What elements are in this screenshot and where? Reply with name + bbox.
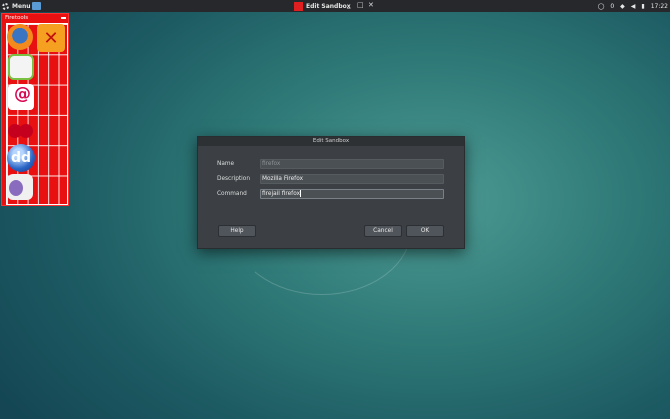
ok-button[interactable]: OK — [406, 225, 444, 237]
command-value: firejail firefox — [262, 191, 301, 197]
help-button[interactable]: Help — [218, 225, 256, 237]
clock[interactable]: 17:22 — [651, 3, 668, 10]
debian-icon[interactable] — [8, 84, 34, 110]
menu-button[interactable]: Menu — [2, 1, 31, 11]
gear-icon — [2, 2, 9, 10]
command-label: Command — [217, 191, 247, 197]
text-caret — [300, 190, 302, 197]
minimize-icon[interactable] — [61, 17, 66, 19]
file-manager-icon[interactable] — [32, 2, 41, 10]
notification-count: 0 — [610, 2, 615, 10]
pidgin-icon[interactable] — [7, 174, 33, 200]
taskbar-item-edit-sandbox[interactable]: Edit Sandbox — [294, 1, 351, 11]
top-panel: Menu Edit Sandbox _ □ ✕ ◯ 0 ◆ ◀ ▮ 17:22 — [0, 0, 670, 12]
cherrytree-icon[interactable] — [7, 112, 33, 138]
description-field[interactable]: Mozilla Firefox — [260, 174, 444, 184]
battery-icon[interactable]: ▮ — [641, 3, 644, 10]
cancel-button[interactable]: Cancel — [364, 225, 402, 237]
system-tray: ◯ 0 ◆ ◀ ▮ 17:22 — [598, 1, 668, 11]
name-field[interactable]: firefox — [260, 159, 444, 169]
taskbar-item-label: Edit Sandbox — [306, 2, 351, 10]
firetools-launcher[interactable]: Firetools ✕ dd — [1, 13, 69, 206]
wifi-icon[interactable]: ◆ — [620, 3, 625, 10]
firetools-title: Firetools — [5, 15, 29, 21]
name-label: Name — [217, 161, 235, 167]
command-field[interactable]: firejail firefox — [260, 189, 444, 199]
firetools-icon — [294, 1, 303, 11]
xchat-icon[interactable]: ✕ — [37, 24, 65, 52]
ddg-icon[interactable]: dd — [7, 144, 35, 172]
edit-sandbox-dialog: Edit Sandbox Name firefox Description Mo… — [197, 136, 465, 249]
dialog-title: Edit Sandbox — [198, 137, 464, 146]
firefox-icon[interactable] — [7, 24, 33, 50]
firetools-titlebar[interactable]: Firetools — [2, 14, 68, 22]
maximize-icon[interactable]: □ — [357, 1, 364, 9]
minimize-icon[interactable]: _ — [347, 1, 351, 9]
notification-icon[interactable]: ◯ — [598, 3, 605, 10]
volume-icon[interactable]: ◀ — [631, 3, 636, 10]
description-label: Description — [217, 176, 251, 182]
chat-icon[interactable] — [8, 54, 34, 80]
close-icon[interactable]: ✕ — [368, 1, 374, 9]
menu-label: Menu — [12, 2, 31, 10]
